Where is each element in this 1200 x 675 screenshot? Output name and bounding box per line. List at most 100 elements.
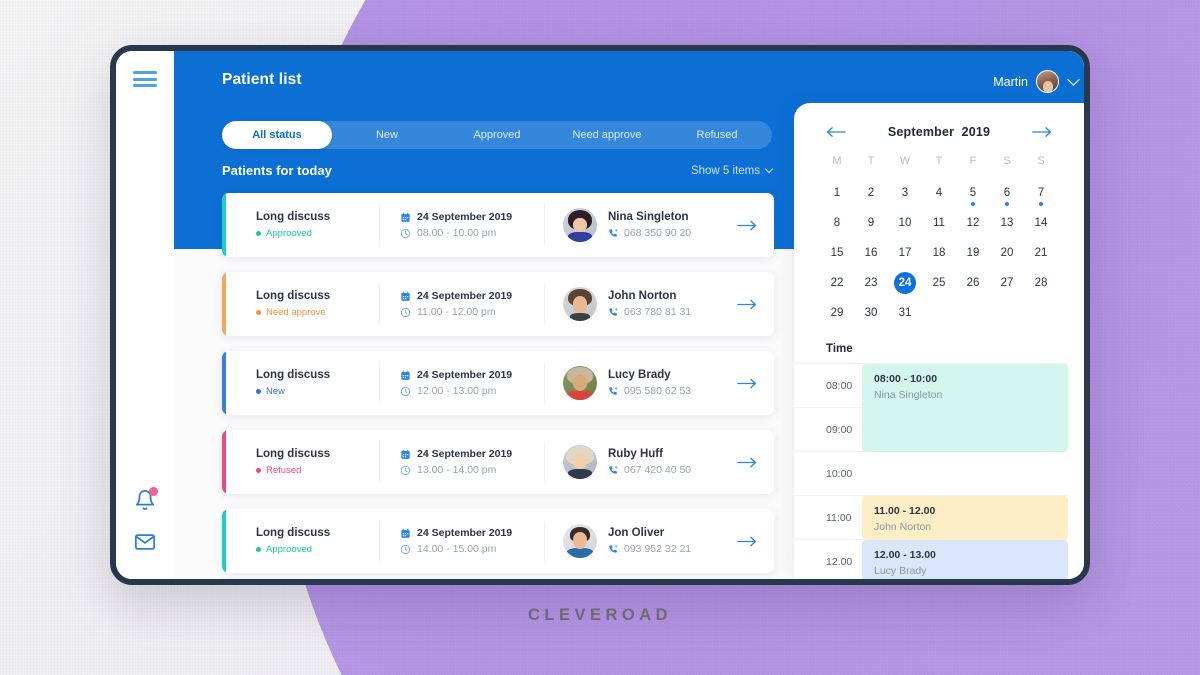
calendar-day-24[interactable]: 24 xyxy=(888,269,922,297)
patient-card[interactable]: Long discuss New 24 September 2019 12.00 - … xyxy=(222,351,774,415)
calendar-day-1[interactable]: 1 xyxy=(820,179,854,207)
tab-approved[interactable]: Approved xyxy=(442,121,552,149)
tab-need-approve[interactable]: Need approve xyxy=(552,121,662,149)
calendar-day-21[interactable]: 21 xyxy=(1024,239,1058,267)
slot-time-label: 09:00 xyxy=(826,423,853,436)
slot-body[interactable]: 08:00 - 10:00 Nina Singleton xyxy=(862,364,1068,452)
tab-refused[interactable]: Refused xyxy=(662,121,772,149)
calendar-day-20[interactable]: 20 xyxy=(990,239,1024,267)
open-patient-button[interactable] xyxy=(720,298,774,311)
user-menu[interactable]: Martin xyxy=(993,70,1080,93)
envelope-icon[interactable] xyxy=(134,531,156,553)
calendar-day-18[interactable]: 18 xyxy=(922,239,956,267)
arrow-right-icon xyxy=(737,535,757,548)
calendar-day-22[interactable]: 22 xyxy=(820,269,854,297)
patient-card[interactable]: Long discuss Refused 24 September 2019 13.0… xyxy=(222,430,774,494)
calendar-day-30[interactable]: 30 xyxy=(854,299,888,327)
schedule-list: 08:00 08:00 - 10:00 Nina Singleton 09:00 10:… xyxy=(794,363,1084,579)
schedule-event[interactable]: 11.00 - 12.00 John Norton xyxy=(862,496,1068,540)
calendar-day-8[interactable]: 8 xyxy=(820,209,854,237)
calendar-day-26[interactable]: 26 xyxy=(956,269,990,297)
patient-phone: 093 952 32 21 xyxy=(608,543,691,555)
schedule-event[interactable]: 08:00 - 10:00 Nina Singleton xyxy=(862,364,1068,452)
calendar-day-number: 19 xyxy=(966,247,980,259)
slot-body[interactable]: 12.00 - 13.00 Lucy Brady xyxy=(862,540,1068,579)
clock-icon xyxy=(400,307,411,318)
calendar-dow-5: S xyxy=(1003,155,1011,167)
arrow-right-icon[interactable] xyxy=(1032,125,1052,139)
calendar-day-7[interactable]: 7 xyxy=(1024,179,1058,207)
show-items-dropdown[interactable]: Show 5 items xyxy=(691,165,774,177)
calendar-day-10[interactable]: 10 xyxy=(888,209,922,237)
calendar-day-13[interactable]: 13 xyxy=(990,209,1024,237)
calendar-day-2[interactable]: 2 xyxy=(854,179,888,207)
notification-badge xyxy=(149,487,158,496)
calendar-day-number: 18 xyxy=(932,247,946,259)
slot-body[interactable]: 11.00 - 12.00 John Norton xyxy=(862,496,1068,540)
calendar-day-27[interactable]: 27 xyxy=(990,269,1024,297)
patient-phone-number: 093 952 32 21 xyxy=(624,543,692,555)
calendar-day-4[interactable]: 4 xyxy=(922,179,956,207)
calendar-header: September 2019 xyxy=(794,103,1084,143)
status-dot xyxy=(256,468,261,473)
calendar-day-number: 27 xyxy=(1000,277,1014,289)
slot-body[interactable] xyxy=(862,452,1068,495)
calendar-day-15[interactable]: 15 xyxy=(820,239,854,267)
phone-icon xyxy=(608,386,619,397)
open-patient-button[interactable] xyxy=(720,456,774,469)
bell-icon[interactable] xyxy=(134,487,158,511)
calendar-day-3[interactable]: 3 xyxy=(888,179,922,207)
open-patient-button[interactable] xyxy=(720,219,774,232)
calendar-day-number: 25 xyxy=(932,277,946,289)
appointment-topic: Long discuss xyxy=(256,369,331,381)
calendar-day-14[interactable]: 14 xyxy=(1024,209,1058,237)
status-label: Need approve xyxy=(266,307,326,318)
calendar-day-19[interactable]: 19 xyxy=(956,239,990,267)
calendar-day-number: 11 xyxy=(933,217,945,229)
calendar-day-11[interactable]: 11 xyxy=(922,209,956,237)
card-topic: Long discuss Approoved xyxy=(222,205,380,245)
patient-name: Lucy Brady xyxy=(608,369,671,381)
calendar-day-number: 23 xyxy=(864,277,878,289)
calendar-day-16[interactable]: 16 xyxy=(854,239,888,267)
appointment-time: 11.00 - 12.00 pm xyxy=(417,306,496,318)
schedule-slot: 11:00 11.00 - 12.00 John Norton xyxy=(794,495,1068,540)
calendar-day-12[interactable]: 12 xyxy=(956,209,990,237)
calendar-day-number: 2 xyxy=(867,187,875,199)
arrow-left-icon[interactable] xyxy=(826,125,846,139)
hamburger-menu-icon[interactable] xyxy=(133,71,157,87)
status-accent-bar xyxy=(222,272,226,336)
patient-card[interactable]: Long discuss Approoved 24 September 2019 14… xyxy=(222,509,774,573)
calendar-day-5[interactable]: 5 xyxy=(956,179,990,207)
calendar-day-9[interactable]: 9 xyxy=(854,209,888,237)
patient-name: Jon Oliver xyxy=(608,527,665,539)
calendar-day-31[interactable]: 31 xyxy=(888,299,922,327)
avatar xyxy=(563,366,597,400)
open-patient-button[interactable] xyxy=(720,377,774,390)
card-schedule: 24 September 2019 12.00 - 13.00 pm xyxy=(380,363,545,403)
patient-card[interactable]: Long discuss Approoved 24 September 2019 08… xyxy=(222,193,774,257)
slot-time-label: 12.00 xyxy=(826,555,853,568)
calendar-day-number: 15 xyxy=(830,247,844,259)
calendar-day-6[interactable]: 6 xyxy=(990,179,1024,207)
calendar-day-28[interactable]: 28 xyxy=(1024,269,1058,297)
avatar xyxy=(563,287,597,321)
tab-all-status[interactable]: All status xyxy=(222,121,332,149)
calendar-dow-3: T xyxy=(935,155,943,167)
calendar-day-25[interactable]: 25 xyxy=(922,269,956,297)
schedule-event[interactable]: 12.00 - 13.00 Lucy Brady xyxy=(862,540,1068,579)
card-topic: Long discuss Need approve xyxy=(222,284,380,324)
calendar-icon xyxy=(400,212,411,223)
tab-new[interactable]: New xyxy=(332,121,442,149)
calendar-dow-1: T xyxy=(867,155,875,167)
appointment-time: 14.00 - 15.00 pm xyxy=(417,543,497,555)
event-patient-name: Nina Singleton xyxy=(874,389,943,401)
calendar-day-23[interactable]: 23 xyxy=(854,269,888,297)
calendar-icon xyxy=(400,528,411,539)
patient-card[interactable]: Long discuss Need approve 24 September 201… xyxy=(222,272,774,336)
card-schedule: 24 September 2019 14.00 - 15.00 pm xyxy=(380,521,545,561)
status-filter-tabs: All status New Approved Need approve Ref… xyxy=(222,121,772,149)
open-patient-button[interactable] xyxy=(720,535,774,548)
calendar-day-29[interactable]: 29 xyxy=(820,299,854,327)
calendar-day-17[interactable]: 17 xyxy=(888,239,922,267)
